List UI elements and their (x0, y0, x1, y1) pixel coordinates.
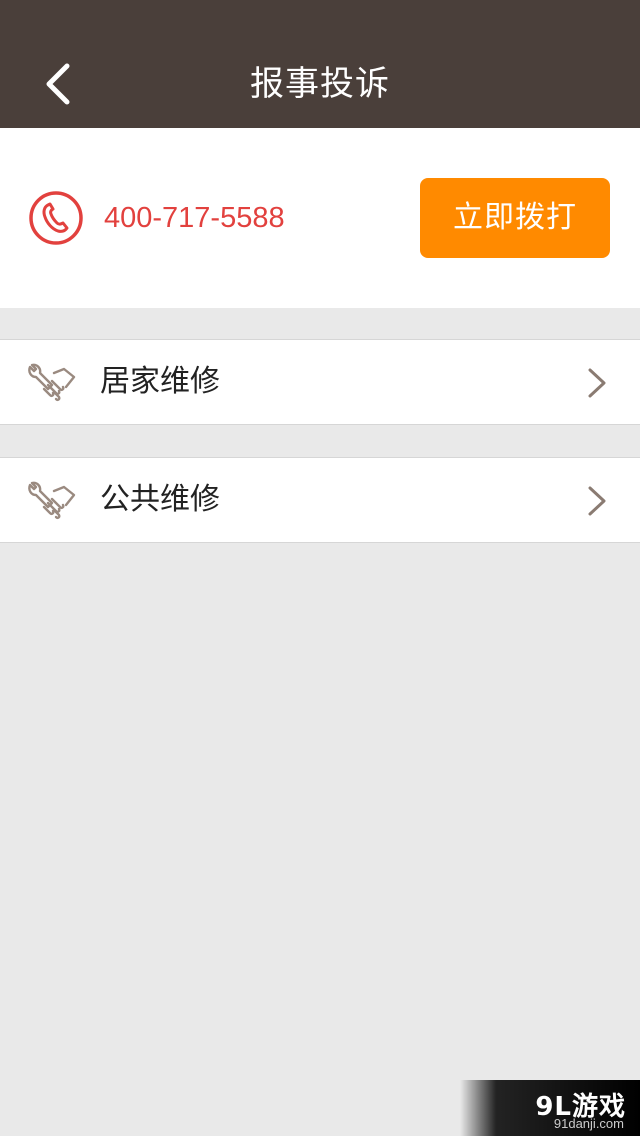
list-item-label: 居家维修 (100, 364, 220, 399)
navigation-bar: 报事投诉 (0, 0, 640, 128)
chevron-right-icon (588, 368, 606, 398)
repair-handshake-icon (28, 363, 76, 402)
phone-icon (29, 191, 83, 245)
list-item-label: 公共维修 (100, 482, 220, 517)
hotline-card: 400-717-5588 立即拨打 (0, 128, 640, 308)
watermark-url: 91danji.com (553, 1116, 624, 1131)
chevron-right-icon (588, 486, 606, 516)
hotline-number: 400-717-5588 (104, 202, 285, 234)
page-title: 报事投诉 (250, 64, 390, 104)
list-item-home-repair[interactable]: 居家维修 (0, 339, 640, 425)
repair-handshake-icon (28, 481, 76, 520)
call-now-button[interactable]: 立即拨打 (420, 178, 610, 258)
watermark: 9L游戏 91danji.com (460, 1080, 640, 1136)
list-item-public-repair[interactable]: 公共维修 (0, 457, 640, 543)
